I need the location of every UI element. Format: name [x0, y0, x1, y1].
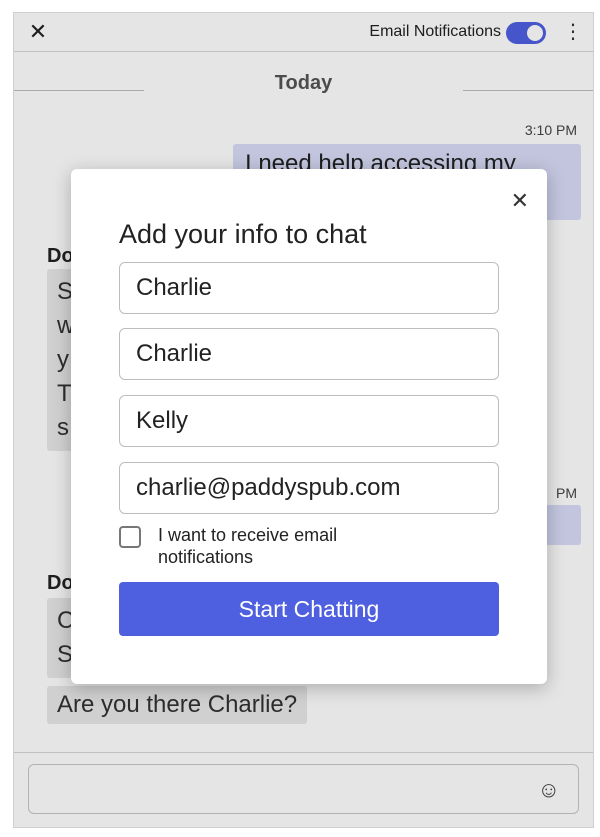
email-notifications-checkbox[interactable]: [119, 526, 141, 548]
checkbox-label: I want to receive email notifications: [158, 525, 338, 567]
email-field[interactable]: charlie@paddyspub.com: [119, 462, 499, 514]
info-modal: ✕ Add your info to chat Charlie Charlie …: [71, 169, 547, 684]
close-icon[interactable]: ✕: [511, 189, 529, 213]
start-chatting-button[interactable]: Start Chatting: [119, 582, 499, 636]
modal-title: Add your info to chat: [119, 219, 367, 249]
chat-window: ✕ Email Notifications ⋮ Today 3:10 PM I …: [13, 12, 594, 828]
display-name-field[interactable]: Charlie: [119, 262, 499, 314]
first-name-field[interactable]: Charlie: [119, 328, 499, 380]
last-name-field[interactable]: Kelly: [119, 395, 499, 447]
